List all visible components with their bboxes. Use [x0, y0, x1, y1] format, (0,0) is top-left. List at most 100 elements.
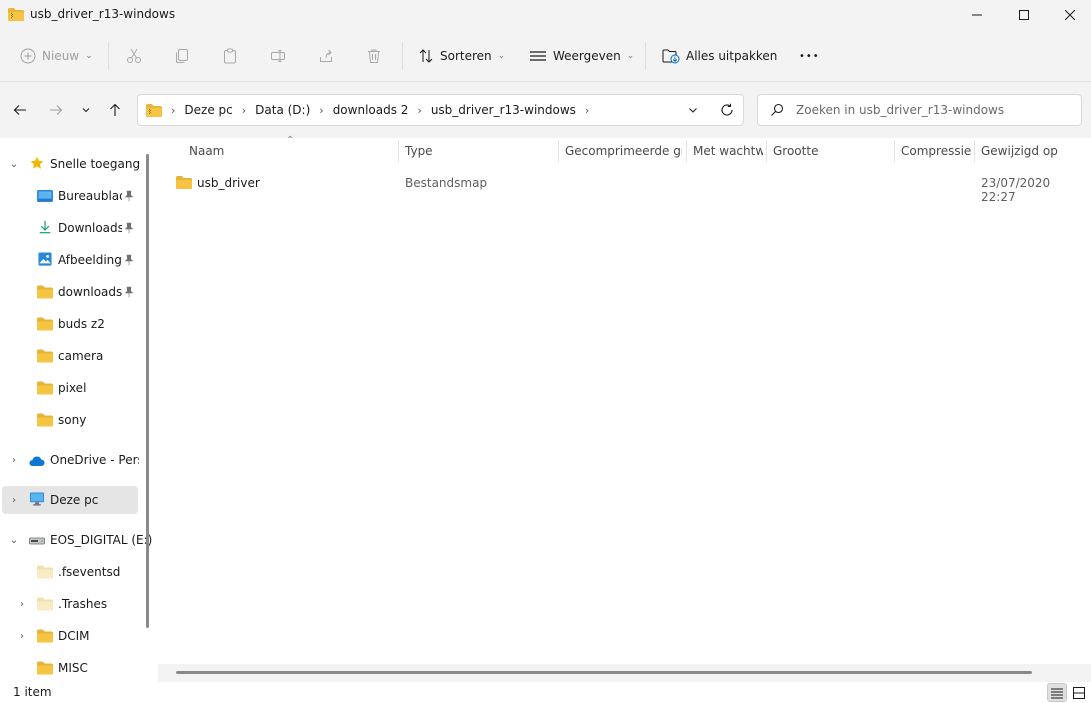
clipboard-icon — [224, 48, 236, 64]
tiles-view-icon — [1073, 686, 1085, 699]
chevron-down-icon — [82, 108, 90, 113]
column-header-modified[interactable]: Gewijzigd op — [981, 138, 1086, 164]
chevron-right-icon[interactable]: › — [585, 104, 589, 117]
column-divider[interactable] — [686, 140, 687, 162]
chevron-down-icon[interactable]: ⌄ — [7, 533, 21, 547]
sidebar-item-label: downloads 2 — [58, 285, 122, 299]
refresh-button[interactable] — [718, 101, 736, 119]
chevron-right-icon[interactable]: › — [319, 104, 323, 117]
sort-arrows-icon — [419, 49, 433, 63]
folder-zip-icon — [146, 103, 162, 117]
up-button[interactable] — [104, 100, 126, 120]
address-history-button[interactable] — [685, 102, 701, 118]
chevron-down-icon: ⌄ — [497, 51, 506, 61]
rename-button[interactable] — [270, 44, 286, 68]
share-icon — [320, 49, 332, 62]
back-button[interactable] — [9, 100, 31, 120]
chevron-right-icon[interactable]: › — [15, 629, 29, 643]
sidebar-item-desktop[interactable]: Bureaublad — [0, 182, 140, 210]
sidebar-item-label: Snelle toegang — [50, 157, 141, 171]
scissors-icon — [127, 48, 141, 63]
copy-button[interactable] — [174, 44, 190, 68]
minimize-button[interactable] — [954, 0, 1000, 30]
sidebar-item-quick-access[interactable]: ⌄ Snelle toegang — [0, 150, 140, 178]
sidebar-item-eos-digital[interactable]: ⌄ EOS_DIGITAL (E:) — [0, 526, 152, 554]
forward-button[interactable] — [45, 100, 67, 120]
sidebar-item-pixel[interactable]: pixel — [0, 374, 140, 402]
sort-button[interactable]: Sorteren ⌄ — [418, 44, 505, 68]
table-row[interactable]: usb_driver Bestandsmap 23/07/2020 22:27 — [168, 169, 1080, 204]
view-button[interactable]: Weergeven ⌄ — [529, 44, 634, 68]
arrow-right-icon — [50, 105, 63, 115]
column-divider[interactable] — [558, 140, 559, 162]
search-input[interactable] — [796, 101, 1066, 119]
sidebar-item-label: Bureaublad — [58, 189, 122, 203]
breadcrumb-item[interactable]: downloads 2 — [333, 103, 409, 117]
column-header-label: Naam — [189, 144, 225, 158]
address-bar[interactable]: › Deze pc › Data (D:) › downloads 2 › us… — [137, 94, 744, 126]
more-options-button[interactable]: ••• — [799, 44, 820, 68]
large-icons-view-button[interactable] — [1069, 683, 1089, 702]
column-header-name[interactable]: Naam — [189, 138, 389, 164]
sidebar-item-camera[interactable]: camera — [0, 342, 140, 370]
column-header-label: Type — [405, 144, 433, 158]
sidebar-item-sony[interactable]: sony — [0, 406, 140, 434]
sidebar-item-downloads[interactable]: Downloads — [0, 214, 140, 242]
search-box[interactable] — [757, 94, 1082, 126]
share-button[interactable] — [318, 44, 334, 68]
sidebar-item-label: MISC — [58, 661, 88, 675]
sidebar-item-pictures[interactable]: Afbeeldingen — [0, 246, 140, 274]
sidebar-scrollbar[interactable] — [146, 154, 149, 628]
sidebar-item-misc[interactable]: MISC — [0, 654, 140, 682]
folder-icon — [37, 565, 53, 579]
chevron-down-icon[interactable]: ⌄ — [7, 157, 21, 171]
sidebar-item-fseventsd[interactable]: .fseventsd — [0, 558, 140, 586]
breadcrumb-item[interactable]: Data (D:) — [255, 103, 310, 117]
close-icon — [1065, 10, 1075, 20]
column-header-password[interactable]: Met wachtwoord — [693, 138, 763, 164]
folder-icon — [37, 349, 53, 363]
column-divider[interactable] — [894, 140, 895, 162]
column-header-compression[interactable]: Compressie — [901, 138, 971, 164]
column-header-type[interactable]: Type — [405, 138, 555, 164]
monitor-icon — [30, 492, 44, 506]
sidebar-item-buds-z2[interactable]: buds z2 — [0, 310, 140, 338]
folder-icon — [37, 597, 53, 611]
column-header-compressed-size[interactable]: Gecomprimeerde grootte — [565, 138, 682, 164]
new-button[interactable]: Nieuw ⌄ — [20, 44, 93, 68]
file-modified: 23/07/2020 22:27 — [981, 176, 1051, 204]
folder-icon — [37, 661, 53, 675]
pin-icon — [124, 254, 134, 266]
maximize-button[interactable] — [1001, 0, 1047, 30]
sidebar-item-this-pc[interactable]: › Deze pc — [2, 486, 138, 514]
divider — [645, 42, 646, 70]
chevron-right-icon[interactable]: › — [242, 104, 246, 117]
horizontal-scrollbar-thumb[interactable] — [176, 671, 1032, 674]
column-header-size[interactable]: Grootte — [773, 138, 888, 164]
folder-icon — [37, 317, 53, 331]
sidebar-item-trashes[interactable]: › .Trashes — [0, 590, 140, 618]
chevron-right-icon[interactable]: › — [417, 104, 421, 117]
sidebar-item-dcim[interactable]: › DCIM — [0, 622, 140, 650]
sidebar-item-downloads-2[interactable]: downloads 2 — [0, 278, 140, 306]
chevron-right-icon[interactable]: › — [7, 493, 21, 507]
column-divider[interactable] — [766, 140, 767, 162]
column-divider[interactable] — [974, 140, 975, 162]
delete-button[interactable] — [366, 44, 382, 68]
sidebar-item-onedrive[interactable]: › OneDrive - Persoonlijk — [0, 446, 140, 474]
column-divider[interactable] — [398, 140, 399, 162]
close-button[interactable] — [1047, 0, 1091, 30]
cut-button[interactable] — [126, 44, 142, 68]
recent-locations-button[interactable] — [75, 100, 97, 120]
chevron-right-icon[interactable]: › — [15, 597, 29, 611]
breadcrumb-item[interactable]: Deze pc — [184, 103, 232, 117]
sidebar-item-label: pixel — [58, 381, 87, 395]
sidebar-item-label: buds z2 — [58, 317, 105, 331]
sidebar-item-label: Deze pc — [50, 493, 99, 507]
extract-all-button[interactable]: Alles uitpakken — [662, 44, 777, 68]
details-view-button[interactable] — [1047, 683, 1067, 702]
search-icon — [771, 103, 784, 116]
breadcrumb-item[interactable]: usb_driver_r13-windows — [431, 103, 576, 117]
paste-button[interactable] — [222, 44, 238, 68]
chevron-right-icon[interactable]: › — [7, 453, 21, 467]
